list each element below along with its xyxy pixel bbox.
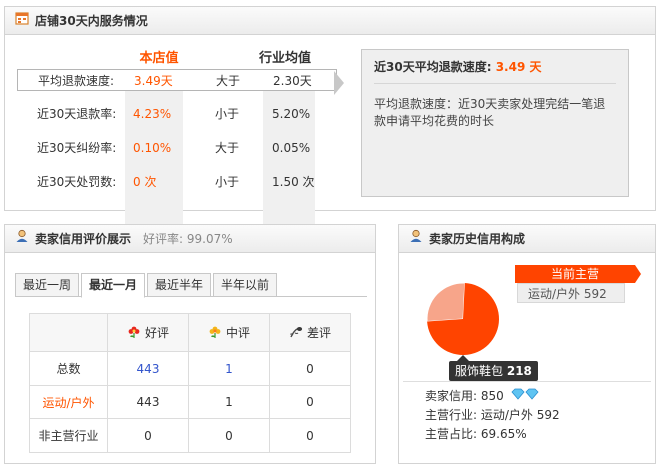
history-panel-title: 卖家历史信用构成 [429,231,526,246]
seller-person-icon [409,225,423,252]
red-flower-icon [127,325,141,342]
history-divider [403,381,651,382]
stat-shop-value: 3.49天 [134,74,173,88]
header-neutral: 中评 [188,312,270,353]
rating-period-tabs: 最近一周 最近一月 最近半年 半年以前 [15,273,367,298]
stat-row-dispute-rate[interactable]: 近30天纠纷率: 0.10% 大于 0.05% [17,137,337,159]
main-industry-tag: 当前主营 [515,265,635,283]
credit-line: 卖家信用: 850 [425,387,560,406]
bad-count: 0 [269,351,351,386]
stat-industry-value: 5.20% [272,107,311,121]
main-share-line: 主营占比: 69.65% [425,427,527,441]
seller-person-icon [15,225,29,252]
rating-table: 好评 中评 差评 总数 443 1 0 运动/户外 443 1 0 非主营行业 … [29,312,351,453]
bad-count: 0 [269,418,351,453]
rating-row-non-main: 非主营行业 0 0 0 [29,418,351,453]
stat-label: 近30天退款率: [37,107,117,121]
positive-rate: 好评率: 99.07% [143,231,233,246]
rating-header-empty [29,312,108,353]
stat-detail-box: 近30天平均退款速度: 3.49 天 平均退款速度：近30天卖家处理完结一笔退款… [361,49,629,197]
rating-row-total: 总数 443 1 0 [29,351,351,386]
detail-title: 近30天平均退款速度: 3.49 天 [374,58,616,84]
diamond-icon [511,387,539,406]
stat-shop-value: 0 次 [133,175,157,189]
stat-industry-value: 2.30天 [273,74,312,88]
stat-row-refund-rate[interactable]: 近30天退款率: 4.23% 小于 5.20% [17,103,337,125]
stat-compare: 小于 [215,175,240,189]
header-bad: 差评 [269,312,351,353]
stat-compare: 大于 [216,74,241,88]
pie-slice-other[interactable] [426,282,466,323]
stat-industry-value: 1.50 次 [272,175,315,189]
stat-label: 近30天处罚数: [37,175,117,189]
good-count: 0 [107,418,189,453]
rating-panel: 卖家信用评价展示 好评率: 99.07% 最近一周 最近一月 最近半年 半年以前… [4,224,376,464]
neutral-count: 0 [188,418,270,453]
tab-last-week[interactable]: 最近一周 [15,273,79,297]
detail-title-label: 近30天平均退款速度: [374,60,492,74]
main-industry-line: 主营行业: 运动/户外 592 [425,408,560,422]
yellow-flower-icon [208,325,222,342]
good-count: 443 [107,384,189,420]
stat-row-penalties[interactable]: 近30天处罚数: 0 次 小于 1.50 次 [17,171,337,193]
header-neutral-label: 中评 [225,325,250,340]
good-count-link[interactable]: 443 [107,351,189,386]
stat-shop-value: 4.23% [133,107,172,121]
rating-panel-header: 卖家信用评价展示 好评率: 99.07% [5,225,375,253]
tab-before-half-year[interactable]: 半年以前 [213,273,277,297]
rating-row-label: 运动/户外 [29,384,108,420]
shop-value-header: 本店值 [139,51,179,66]
stat-shop-value: 0.10% [133,141,172,155]
detail-title-value: 3.49 天 [495,60,542,74]
neutral-count: 1 [188,384,270,420]
stat-compare: 大于 [215,141,240,155]
bad-count: 0 [269,384,351,420]
rating-row-label: 非主营行业 [29,418,108,453]
tab-last-month[interactable]: 最近一月 [81,273,145,298]
rating-panel-title: 卖家信用评价展示 [35,231,132,246]
detail-pointer-arrow [334,71,344,95]
tooltip-label: 服饰鞋包 [455,364,504,378]
wilted-flower-icon [289,325,303,342]
rating-table-header: 好评 中评 差评 [29,312,351,353]
stat-row-refund-speed[interactable]: 平均退款速度: 3.49天 大于 2.30天 [17,69,337,91]
history-panel-header: 卖家历史信用构成 [399,225,655,253]
history-panel: 卖家历史信用构成 当前主营 运动/户外 592 服饰鞋包 218 卖家信用: 8… [398,224,656,464]
service-panel-header: 店铺30天内服务情况 [5,7,655,35]
pie-svg [426,282,499,355]
credit-pie-chart [425,281,501,360]
stat-label: 近30天纠纷率: [37,141,117,155]
header-good-label: 好评 [144,325,169,340]
header-bad-label: 差评 [306,325,331,340]
tooltip-value: 218 [506,364,532,378]
service-panel-title: 店铺30天内服务情况 [35,13,148,28]
rating-row-label: 总数 [29,351,108,386]
stat-compare: 小于 [215,107,240,121]
stat-label: 平均退款速度: [38,74,115,88]
service-panel: 店铺30天内服务情况 本店值 行业均值 平均退款速度: 3.49天 大于 2.3… [4,6,656,227]
credit-summary: 卖家信用: 850 主营行业: 运动/户外 592 主营占比: 69.65% [425,387,560,444]
pie-tooltip: 服饰鞋包 218 [449,361,538,381]
neutral-count-link[interactable]: 1 [188,351,270,386]
main-industry-detail: 运动/户外 592 [517,283,625,303]
industry-average-header: 行业均值 [258,51,311,66]
calendar-icon [15,7,29,34]
header-good: 好评 [107,312,189,353]
seller-credit-label: 卖家信用: 850 [425,389,504,403]
tab-last-half-year[interactable]: 最近半年 [147,273,211,297]
detail-description: 平均退款速度：近30天卖家处理完结一笔退款申请平均花费的时长 [374,97,606,128]
rating-row-main-industry: 运动/户外 443 1 0 [29,384,351,420]
stat-industry-value: 0.05% [272,141,311,155]
main-tag-arrow [635,265,641,283]
